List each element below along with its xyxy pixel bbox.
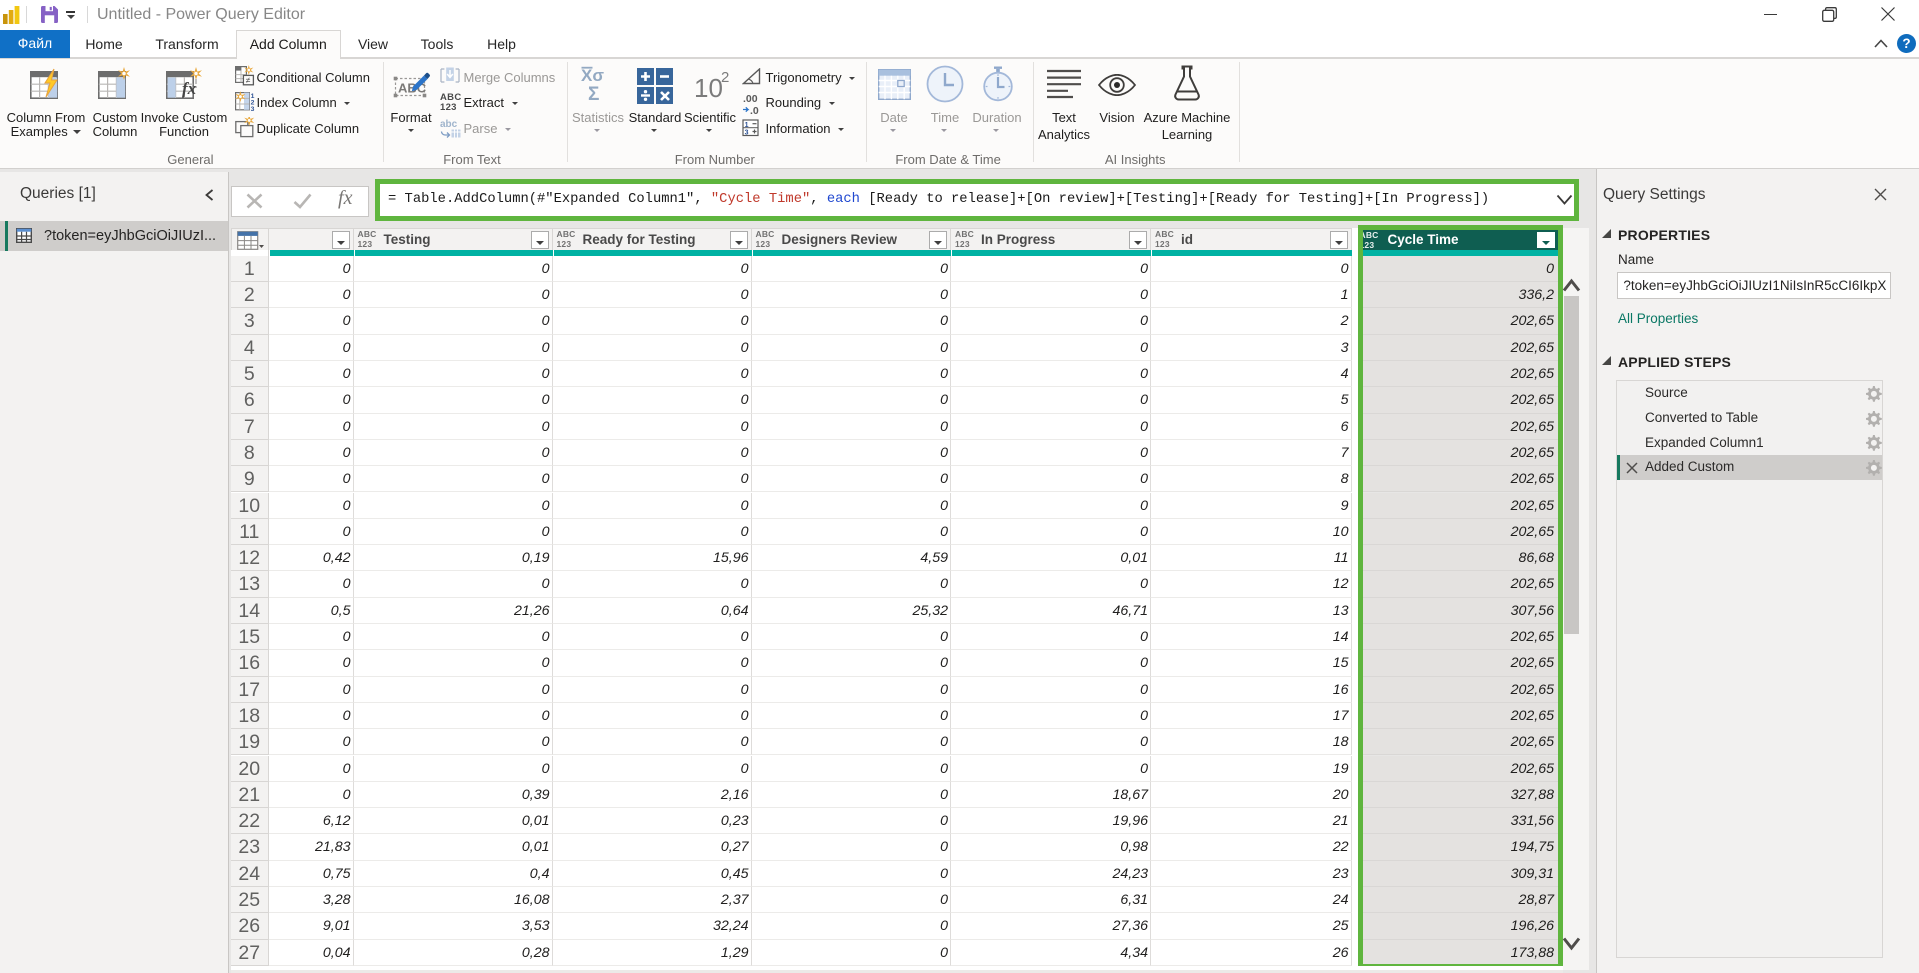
svg-text:Xσ: Xσ [581, 66, 604, 85]
svg-text:2: 2 [721, 69, 729, 86]
svg-text:3: 3 [250, 106, 254, 112]
svg-text:.00: .00 [743, 93, 758, 105]
svg-text:abc: abc [440, 119, 458, 130]
svg-text:10: 10 [694, 73, 723, 103]
svg-text:Σ: Σ [588, 84, 599, 104]
svg-text:1: 1 [745, 122, 749, 129]
svg-text:≠: ≠ [245, 75, 250, 85]
svg-text:3: 3 [745, 130, 749, 137]
svg-text:.0: .0 [750, 105, 759, 115]
svg-text:fx: fx [182, 79, 197, 98]
